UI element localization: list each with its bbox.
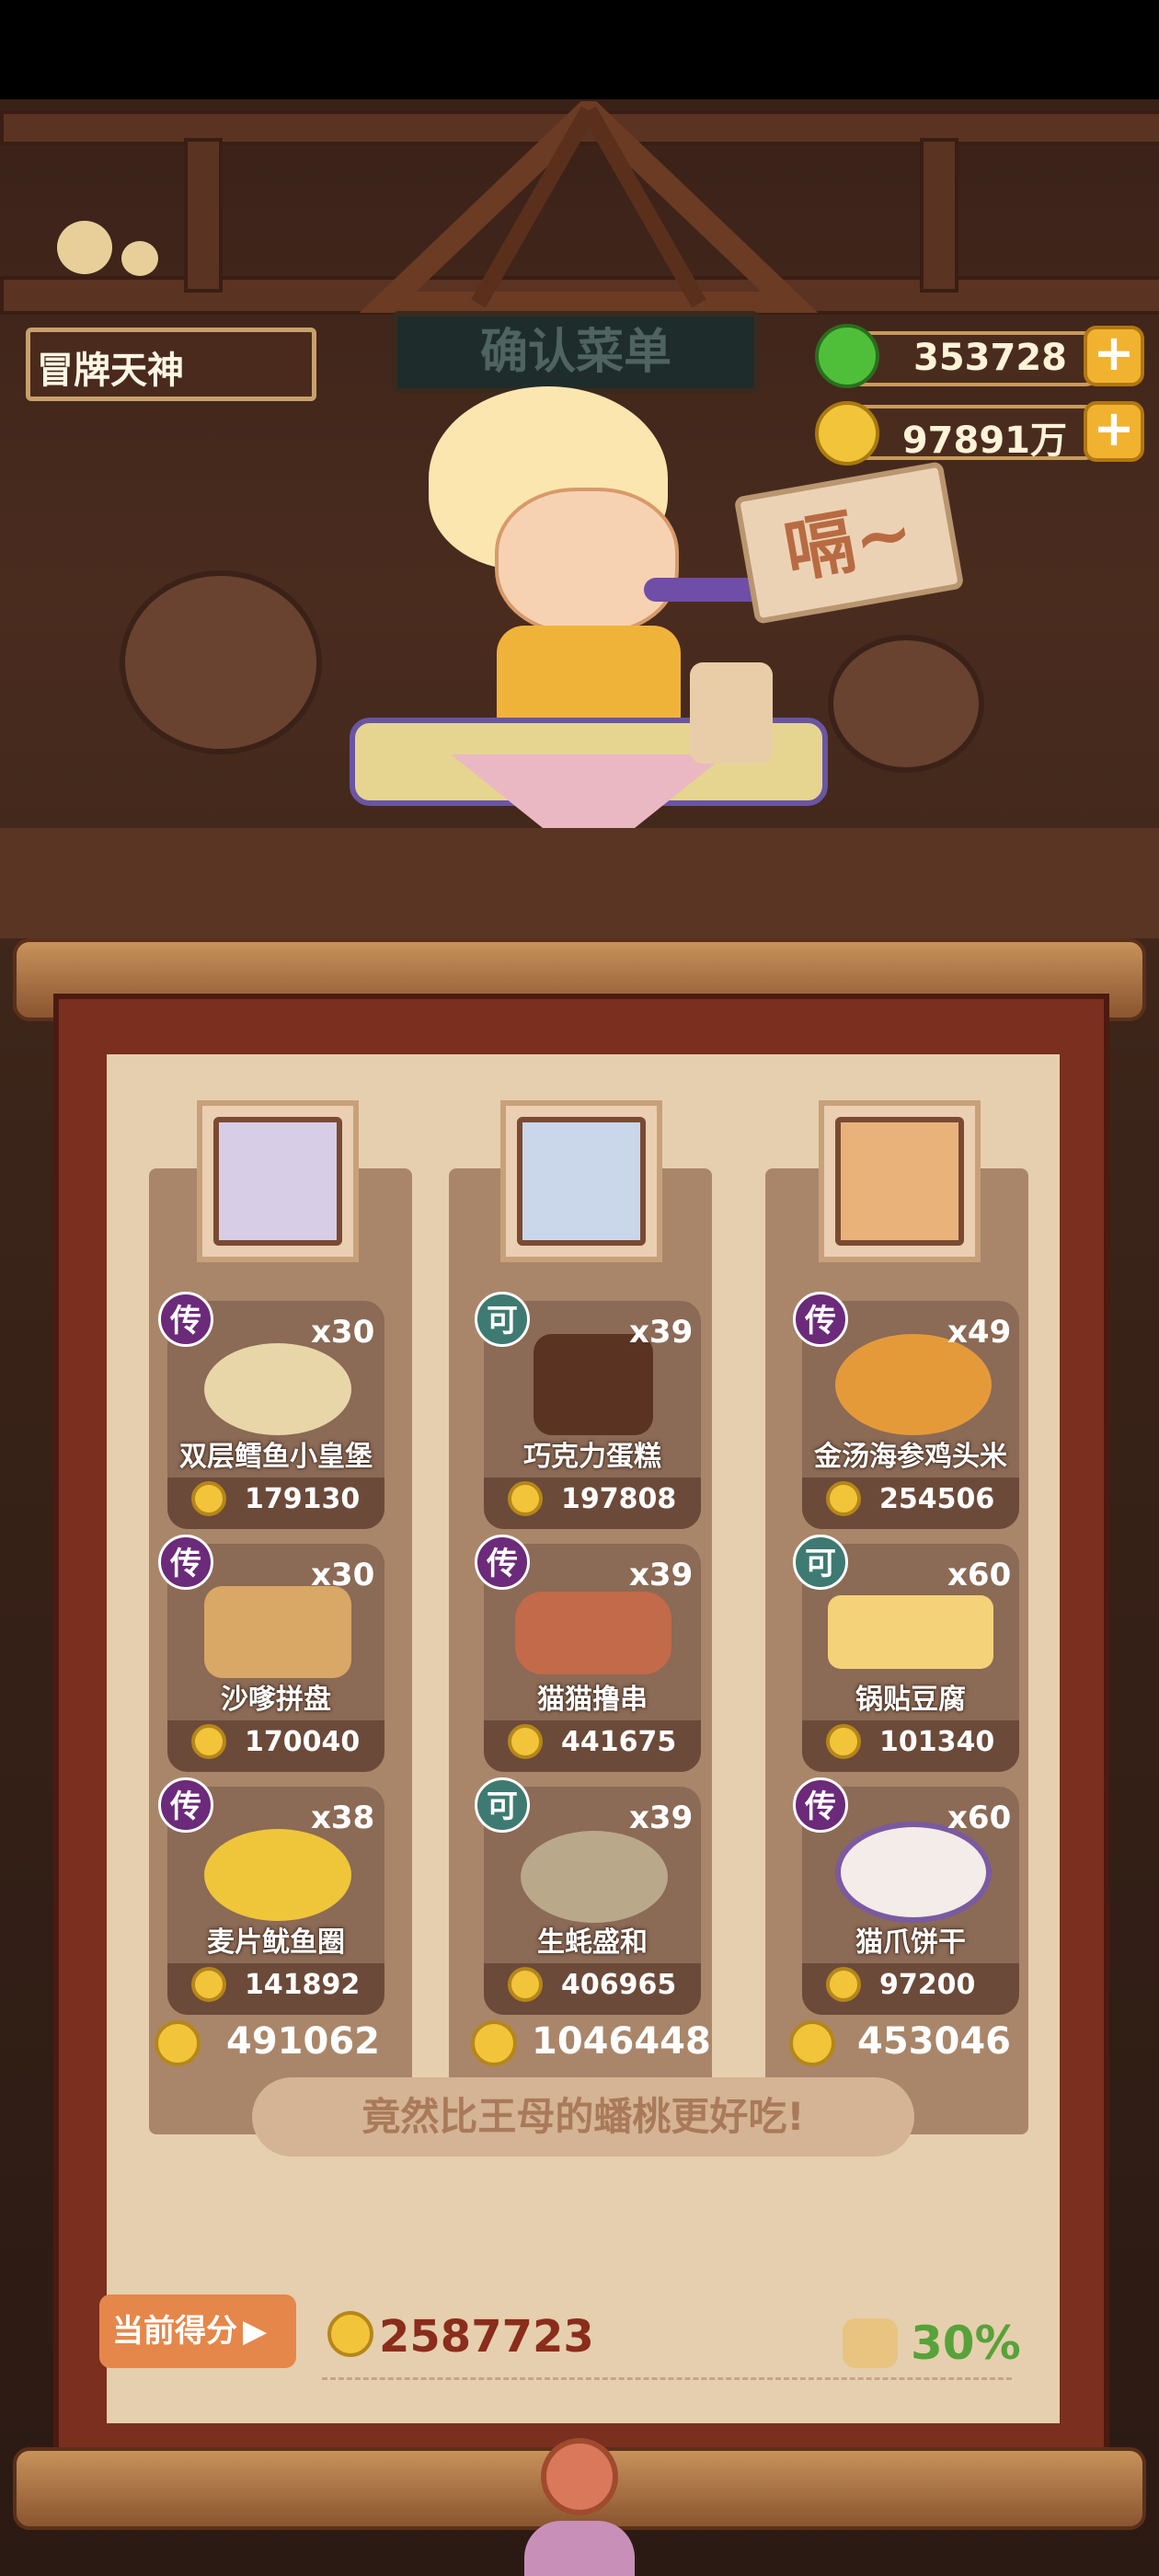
fence <box>0 828 1159 938</box>
add-jade-button[interactable]: + <box>1084 326 1144 386</box>
current-score-text: 当前得分 <box>112 2313 237 2350</box>
coin-icon <box>471 2020 517 2066</box>
customer-face <box>495 488 679 635</box>
dish-image <box>204 1829 351 1921</box>
dish-quantity: x49 <box>947 1314 1012 1351</box>
dish-name: 沙嗲拼盘 <box>221 1684 331 1716</box>
coin-icon <box>508 1967 543 2002</box>
jade-amount: 353728 <box>913 337 1067 379</box>
legend-tag: 传 <box>158 1777 213 1833</box>
coin-icon <box>191 1724 226 1759</box>
coin-icon <box>826 1481 861 1516</box>
game-scene: 确认菜单 冒牌天神 353728 + 97891万 + 嗝~ 传 x30 双层鳕… <box>0 0 1159 2576</box>
fan-decoration-right <box>828 635 984 773</box>
chick-decoration <box>57 221 112 274</box>
dish-price: 170040 <box>245 1726 361 1758</box>
dish-price: 179130 <box>245 1483 361 1515</box>
coin-icon <box>789 2020 835 2066</box>
knot-ornament <box>541 2438 618 2515</box>
current-score-label: 当前得分 ▶ <box>99 2294 296 2368</box>
tassel-ornament <box>524 2521 635 2576</box>
dish-price: 254506 <box>879 1483 995 1515</box>
status-bar <box>0 0 1159 99</box>
roof-truss <box>359 101 819 313</box>
coin-icon <box>327 2311 373 2357</box>
score-divider <box>322 2377 1012 2380</box>
dish-price: 97200 <box>879 1969 976 2001</box>
dish-image <box>515 1592 671 1674</box>
coin-icon <box>826 1967 861 2002</box>
dish-quantity: x60 <box>947 1800 1012 1836</box>
coin-icon <box>508 1724 543 1759</box>
dish-price: 406965 <box>561 1969 677 2001</box>
coin-icon <box>191 1481 226 1516</box>
dish-quantity: x39 <box>629 1800 694 1836</box>
coin-icon <box>826 1724 861 1759</box>
stacked-bowls <box>690 662 773 764</box>
dish-price: 101340 <box>879 1726 995 1758</box>
arrow-right-icon: ▶ <box>243 2313 268 2350</box>
dish-image <box>835 1822 992 1923</box>
chef-portrait-1[interactable] <box>213 1117 342 1246</box>
coin-icon <box>815 401 879 466</box>
dish-quantity: x39 <box>629 1557 694 1593</box>
coin-icon <box>191 1967 226 2002</box>
rare-tag: 可 <box>793 1535 848 1590</box>
score-value: 2587723 <box>379 2311 594 2363</box>
customer-comment: 竟然比王母的蟠桃更好吃! <box>252 2077 914 2156</box>
dish-image <box>828 1595 993 1669</box>
fan-decoration-left <box>120 570 322 754</box>
dish-image <box>521 1831 668 1923</box>
dish-name: 麦片鱿鱼圈 <box>207 1926 345 1959</box>
dish-quantity: x38 <box>311 1800 375 1836</box>
menu-sign: 确认菜单 <box>392 311 760 394</box>
dish-quantity: x60 <box>947 1557 1012 1593</box>
column-total: 1046448 <box>532 2020 711 2063</box>
dish-name: 生蚝盛和 <box>537 1926 648 1959</box>
dish-price: 197808 <box>561 1483 677 1515</box>
dish-quantity: x39 <box>629 1314 694 1351</box>
dish-name: 巧克力蛋糕 <box>523 1441 661 1473</box>
bonus-percent: 30% <box>911 2317 1021 2370</box>
dish-image <box>204 1586 351 1678</box>
legend-tag: 传 <box>793 1292 848 1347</box>
coin-amount: 97891万 <box>901 420 1067 462</box>
dish-quantity: x30 <box>311 1557 375 1593</box>
dish-image <box>204 1343 351 1435</box>
rare-tag: 可 <box>475 1292 530 1347</box>
column-total: 491062 <box>226 2020 380 2063</box>
rare-tag: 可 <box>475 1777 530 1833</box>
dish-name: 猫爪饼干 <box>855 1926 966 1959</box>
dish-price: 441675 <box>561 1726 677 1758</box>
jade-icon <box>815 324 879 388</box>
coin-icon <box>508 1481 543 1516</box>
chick-decoration <box>121 241 158 276</box>
player-title: 冒牌天神 <box>37 350 184 392</box>
dish-name: 金汤海参鸡头米 <box>814 1441 1007 1473</box>
chef-portrait-3[interactable] <box>835 1117 964 1246</box>
legend-tag: 传 <box>158 1292 213 1347</box>
legend-tag: 传 <box>475 1535 530 1590</box>
dish-price: 141892 <box>245 1969 361 2001</box>
dish-quantity: x30 <box>311 1314 375 1351</box>
column-total: 453046 <box>857 2020 1011 2063</box>
add-coin-button[interactable]: + <box>1084 401 1144 462</box>
chef-portrait-2[interactable] <box>517 1117 646 1246</box>
dish-name: 锅贴豆腐 <box>855 1684 966 1716</box>
legend-tag: 传 <box>158 1535 213 1590</box>
legend-tag: 传 <box>793 1777 848 1833</box>
dish-name: 双层鳕鱼小皇堡 <box>179 1441 373 1473</box>
coin-icon <box>155 2020 201 2066</box>
dish-name: 猫猫撸串 <box>537 1684 648 1716</box>
bonus-icon <box>843 2318 898 2368</box>
